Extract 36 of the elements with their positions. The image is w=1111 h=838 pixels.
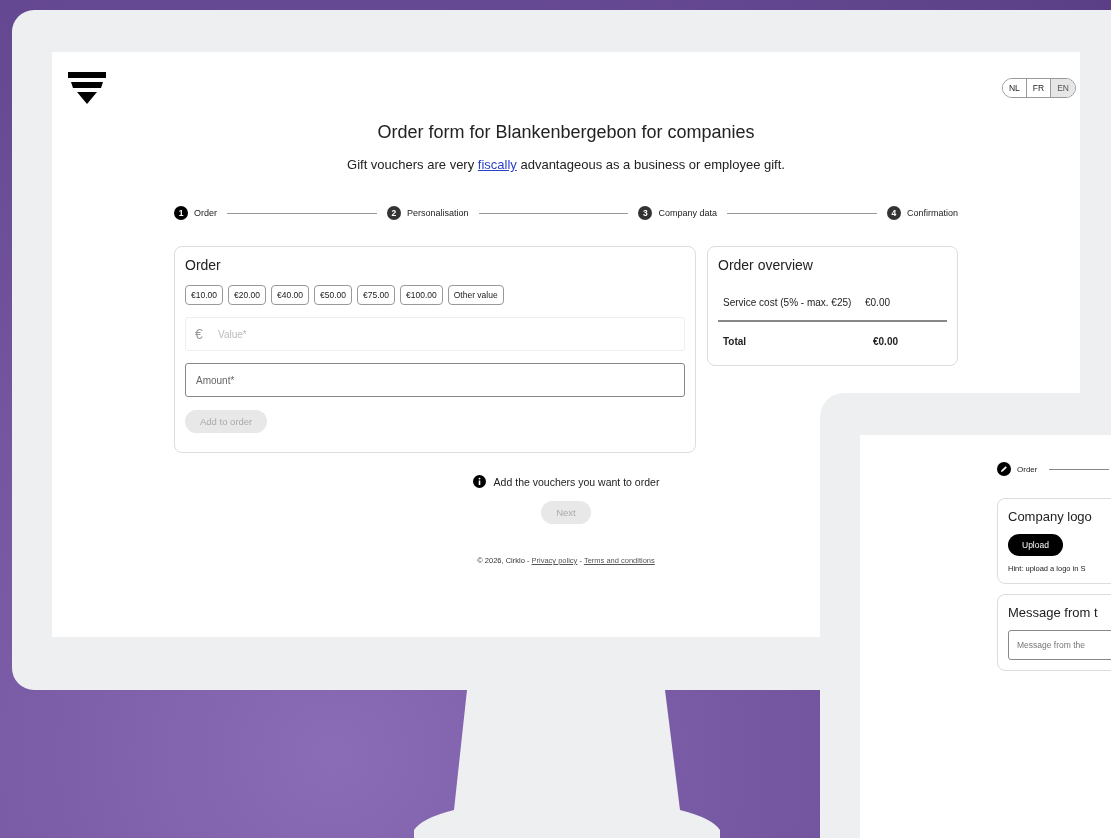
card-title: Company logo	[1008, 509, 1093, 524]
step-number: 2	[386, 206, 401, 220]
step-label: Company data	[658, 208, 717, 218]
cost-label: Service cost (5% - max. €25)	[723, 297, 853, 308]
step-number: 4	[886, 206, 901, 220]
info-icon	[472, 475, 486, 488]
step-label: Confirmation	[906, 208, 958, 218]
total-value: €0.00	[873, 336, 899, 347]
fiscally-link[interactable]: fiscally	[477, 157, 517, 172]
step-label: Order	[194, 208, 217, 218]
value-option[interactable]: €50.00	[314, 285, 352, 305]
subtitle-text: Gift vouchers are very fiscally advantageous as a business or employee gift.	[347, 157, 785, 172]
card-title: Message from t	[1008, 605, 1099, 620]
value-option[interactable]: €40.00	[271, 285, 309, 305]
pencil-icon	[997, 462, 1011, 476]
message-field[interactable]: Message from the	[1008, 630, 1111, 660]
total-label: Total	[723, 336, 748, 347]
step-label: Personalisation	[406, 208, 469, 218]
page-title: Order form for Blankenbergebon for companies	[377, 122, 755, 143]
language-option[interactable]: EN	[1050, 79, 1075, 97]
card-title: Order	[185, 257, 222, 273]
step-number: 1	[174, 206, 188, 220]
cost-value: €0.00	[865, 297, 891, 308]
value-option[interactable]: €100.00	[400, 285, 443, 305]
value-option[interactable]: €10.00	[185, 285, 223, 305]
value-option[interactable]: €20.00	[228, 285, 266, 305]
card-title: Order overview	[718, 257, 814, 273]
upload-button[interactable]: Upload	[1008, 534, 1063, 556]
amount-field[interactable]: Amount*	[185, 363, 685, 397]
value-option[interactable]: Other value	[447, 285, 504, 305]
euro-prefix: €	[195, 326, 203, 342]
logo-icon	[68, 72, 106, 104]
step-number: 3	[638, 206, 653, 220]
step-label: Order	[1017, 464, 1038, 474]
value-option[interactable]: €75.00	[357, 285, 395, 305]
info-text: Add the vouchers you want to order	[493, 475, 660, 488]
